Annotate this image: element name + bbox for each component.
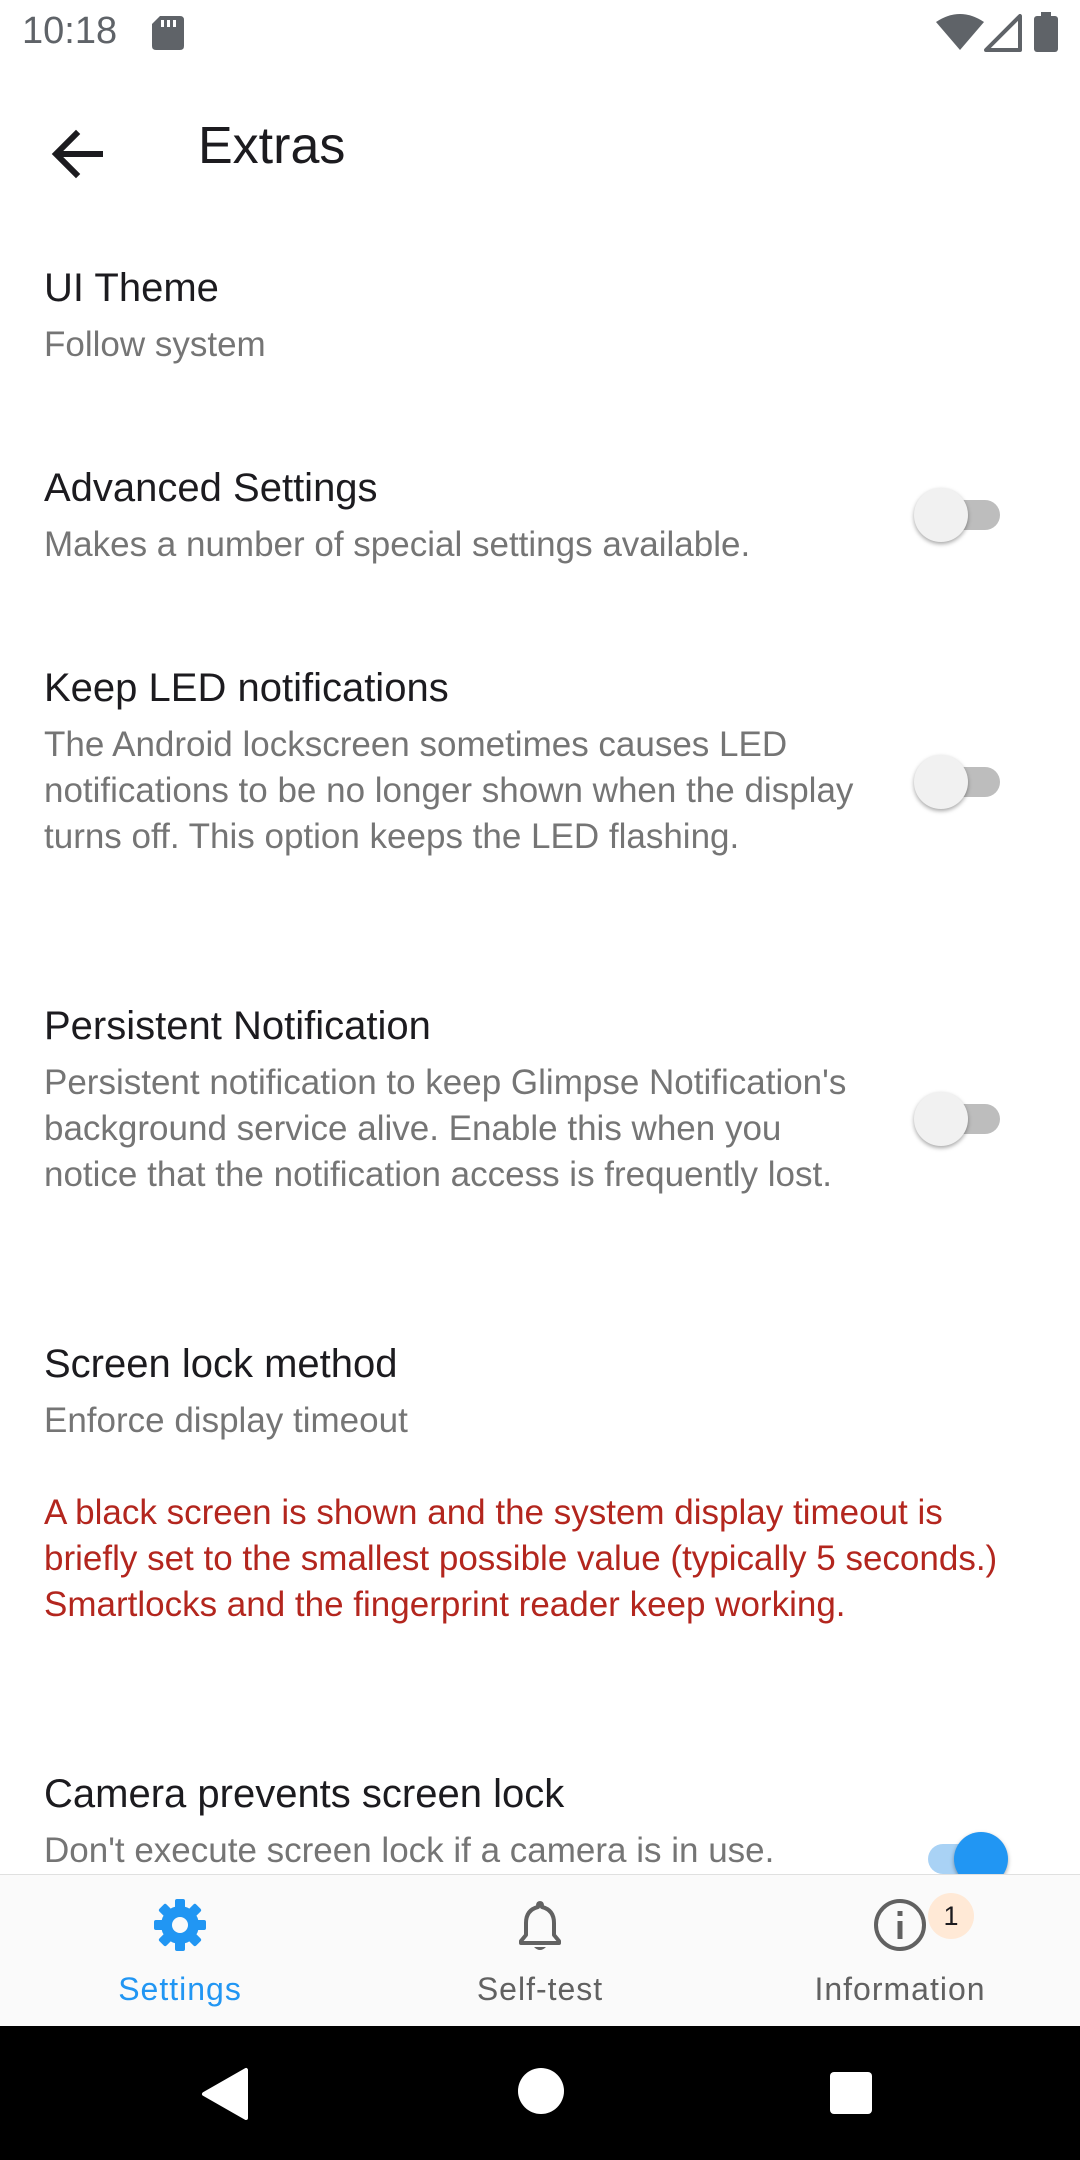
switch-thumb [914,488,968,542]
system-navigation-bar [0,2026,1080,2160]
advanced-settings-switch[interactable] [914,488,1006,542]
info-icon [874,1899,926,1951]
ui-theme-preference[interactable]: UI Theme Follow system [0,266,1080,416]
system-back-icon[interactable] [198,2066,250,2122]
keep-led-preference[interactable]: Keep LED notifications The Android locks… [0,666,1080,916]
nav-label-information: Information [814,1971,986,2007]
nav-item-self-test[interactable]: Self-test [360,1875,720,2027]
switch-thumb [914,755,968,809]
battery-icon [1034,12,1058,52]
bell-icon [519,1901,561,1950]
nav-item-information[interactable]: 1 Information [720,1875,1080,2027]
advanced-settings-preference[interactable]: Advanced Settings Makes a number of spec… [0,466,1080,626]
sd-card-icon [152,16,184,50]
camera-prevents-lock-title: Camera prevents screen lock [44,1772,565,1816]
status-bar: 10:18 [0,0,1080,66]
switch-thumb [914,1092,968,1146]
nav-item-settings[interactable]: Settings [0,1875,360,2027]
system-home-icon[interactable] [518,2068,564,2114]
advanced-settings-title: Advanced Settings [44,466,378,510]
page-title: Extras [198,117,346,175]
nav-label-settings: Settings [118,1971,242,2007]
ui-theme-title: UI Theme [44,266,219,310]
screen-lock-method-summary: Enforce display timeout [44,1401,408,1440]
persistent-notification-switch[interactable] [914,1092,1006,1146]
preferences-list: UI Theme Follow system Advanced Settings… [0,226,1080,1874]
keep-led-switch[interactable] [914,755,1006,809]
switch-thumb [954,1832,1008,1874]
wifi-icon [936,14,984,50]
status-time: 10:18 [22,10,118,52]
system-recents-icon[interactable] [830,2072,872,2114]
signal-icon [984,14,1022,52]
camera-prevents-lock-summary: Don't execute screen lock if a camera is… [44,1831,775,1870]
nav-label-self-test: Self-test [476,1971,604,2007]
keep-led-summary: The Android lockscreen sometimes causes … [44,725,854,856]
screen-lock-method-preference[interactable]: Screen lock method Enforce display timeo… [0,1342,1080,1712]
advanced-settings-summary: Makes a number of special settings avail… [44,525,751,564]
camera-prevents-lock-preference[interactable]: Camera prevents screen lock Don't execut… [0,1772,1080,1874]
keep-led-title: Keep LED notifications [44,666,449,710]
persistent-notification-title: Persistent Notification [44,1004,431,1048]
arrow-back-icon[interactable] [42,118,114,190]
app-bar: Extras [0,66,1080,226]
screen-lock-method-title: Screen lock method [44,1342,398,1386]
persistent-notification-summary: Persistent notification to keep Glimpse … [44,1063,847,1194]
persistent-notification-preference[interactable]: Persistent Notification Persistent notif… [0,1004,1080,1254]
ui-theme-summary: Follow system [44,325,266,364]
camera-prevents-lock-switch[interactable] [914,1832,1008,1874]
bottom-navigation: Settings Self-test 1 Information [0,1874,1080,2027]
screen-lock-method-warning: A black screen is shown and the system d… [44,1493,998,1624]
notification-badge: 1 [928,1893,974,1939]
gear-icon [154,1899,206,1951]
